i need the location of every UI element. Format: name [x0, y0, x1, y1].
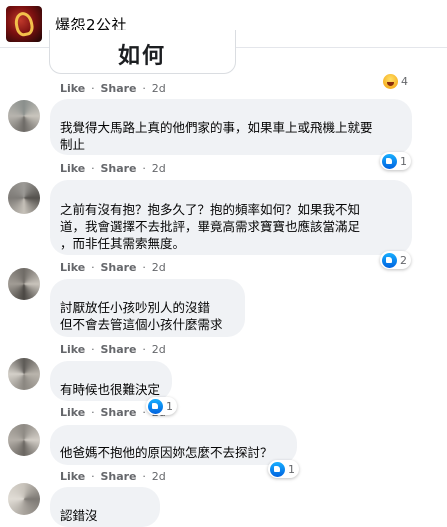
- like-button[interactable]: Like: [60, 470, 85, 483]
- comment-text-line: 他爸媽不抱他的原因妳怎麼不去探討？: [60, 445, 273, 460]
- comment-text-line: 認錯沒: [60, 508, 98, 523]
- comment-text-line: 我覺得大馬路上真的他們家的事，如果車上或飛機上就要: [60, 120, 373, 135]
- reaction-summary[interactable]: 1: [380, 152, 411, 170]
- haha-icon: [383, 73, 398, 89]
- like-button[interactable]: Like: [60, 406, 85, 419]
- comment-actions: Like · Share · 2d: [60, 343, 166, 356]
- reaction-count: 1: [288, 462, 295, 476]
- share-button[interactable]: Share: [100, 162, 136, 175]
- comment-actions: Like · Share · 2d: [60, 470, 166, 483]
- share-button[interactable]: Share: [100, 406, 136, 419]
- timestamp[interactable]: 2d: [152, 470, 166, 483]
- commenter-avatar[interactable]: [8, 424, 40, 456]
- like-button[interactable]: Like: [60, 343, 85, 356]
- share-button[interactable]: Share: [100, 261, 136, 274]
- reaction-summary[interactable]: 1: [268, 460, 299, 478]
- reaction-count: 4: [401, 74, 408, 88]
- commenter-avatar[interactable]: [8, 483, 40, 515]
- commenter-avatar[interactable]: [8, 100, 40, 132]
- shared-post-card-text: 如何: [118, 44, 167, 69]
- comment-text-line: ，而非任其需索無度。: [60, 236, 186, 251]
- page-logo-icon[interactable]: [6, 6, 42, 42]
- timestamp[interactable]: 2d: [152, 82, 166, 95]
- share-button[interactable]: Share: [100, 343, 136, 356]
- reaction-count: 1: [166, 399, 173, 413]
- comment-text-line: 但不會去管這個小孩什麼需求: [60, 317, 223, 332]
- comment-text-line: 之前有沒有抱？抱多久了？抱的頻率如何？如果我不知: [60, 202, 361, 217]
- comment-text-line: 有時候也很難決定: [60, 382, 161, 397]
- reaction-summary[interactable]: 4: [381, 72, 412, 90]
- like-button[interactable]: Like: [60, 82, 85, 95]
- comment-text-line: 討厭放任小孩吵別人的沒錯: [60, 300, 211, 315]
- timestamp[interactable]: 2d: [152, 162, 166, 175]
- reaction-count: 2: [400, 253, 407, 267]
- like-icon: [270, 461, 285, 477]
- reaction-count: 1: [400, 154, 407, 168]
- like-icon: [382, 252, 397, 268]
- comment-actions: Like · Share · 2d: [60, 162, 166, 175]
- reaction-summary[interactable]: 2: [380, 251, 411, 269]
- commenter-avatar[interactable]: [8, 268, 40, 300]
- reaction-summary[interactable]: 1: [146, 397, 177, 415]
- previous-comment-actions: Like · Share · 2d: [60, 82, 166, 95]
- share-button[interactable]: Share: [100, 470, 136, 483]
- comment-actions: Like · Share · 2d: [60, 261, 166, 274]
- like-button[interactable]: Like: [60, 162, 85, 175]
- share-button[interactable]: Share: [100, 82, 136, 95]
- shared-post-card[interactable]: 如何: [49, 30, 236, 74]
- timestamp[interactable]: 2d: [152, 343, 166, 356]
- like-icon: [382, 153, 397, 169]
- like-button[interactable]: Like: [60, 261, 85, 274]
- like-icon: [148, 398, 163, 414]
- timestamp[interactable]: 2d: [152, 261, 166, 274]
- commenter-avatar[interactable]: [8, 358, 40, 390]
- commenter-avatar[interactable]: [8, 182, 40, 214]
- comment-text-line: 制止: [60, 137, 86, 152]
- comment-text-line: 道，我會選擇不去批評，畢竟高需求寶寶也應該當滿足: [60, 219, 361, 234]
